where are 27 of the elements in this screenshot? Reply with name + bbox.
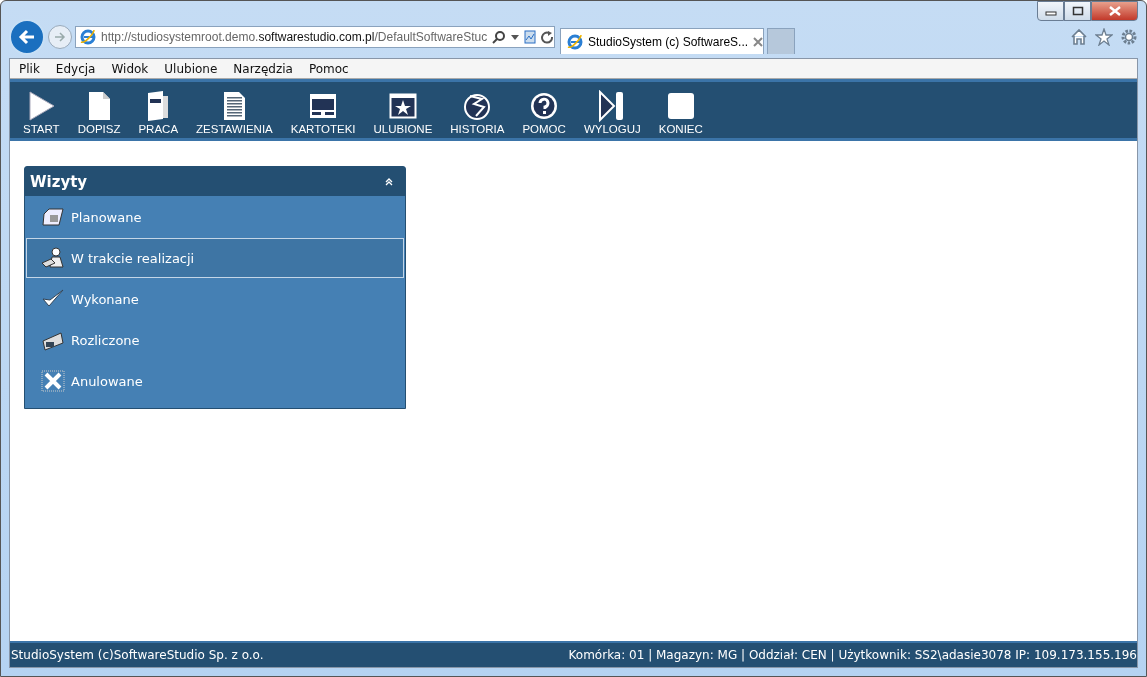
browser-tab[interactable]: StudioSystem (c) SoftwareS... [560, 28, 764, 54]
toolbar-button[interactable]: KONIEC [649, 82, 712, 138]
menu-item[interactable]: Edycja [55, 61, 96, 76]
panel-item[interactable]: Wykonane [26, 279, 404, 319]
toolbar-button[interactable]: START [14, 82, 69, 138]
menu-item[interactable]: Ulubione [164, 61, 218, 76]
toolbar-button[interactable]: ZESTAWIENIA [187, 82, 282, 138]
menu-item[interactable]: Pomoc [308, 61, 349, 76]
session-info: Komórka: 01 | Magazyn: MG | Oddział: CEN | Użytkownik: SS2\adasie3078 IP: 109.173.155.196 [568, 648, 1137, 662]
menu-item[interactable]: Plik [19, 61, 40, 76]
panel-item[interactable]: Anulowane [26, 361, 404, 401]
toolbar-button[interactable]: DOPISZ [68, 82, 130, 138]
panel-item[interactable]: W trakcie realizacji [26, 238, 404, 278]
copyright-text: StudioSystem (c)SoftwareStudio Sp. z o.o. [11, 648, 264, 662]
menu-item[interactable]: Narzędzia [233, 61, 293, 76]
address-bar[interactable]: http://studiosystemroot.demo.softwarestudio.com.pl/DefaultSoftwareStuc [75, 26, 555, 48]
toolbar-button[interactable]: HISTORIA [441, 82, 514, 138]
toolbar-button[interactable]: PRACA [129, 82, 188, 138]
toolbar-button[interactable]: POMOC [513, 82, 575, 138]
panel-header[interactable]: Wizyty [25, 167, 405, 196]
toolbar-button[interactable]: KARTOTEKI [281, 82, 365, 138]
url-text: http://studiosystemroot.demo.softwarestudio.com.pl/DefaultSoftwareStuc [101, 30, 488, 44]
panel-item[interactable]: Planowane [26, 197, 404, 237]
menu-item[interactable]: Widok [111, 61, 149, 76]
panel-item[interactable]: Rozliczone [26, 320, 404, 360]
toolbar-button[interactable]: ULUBIONE [364, 82, 442, 138]
toolbar-button[interactable]: WYLOGUJ [574, 82, 650, 138]
